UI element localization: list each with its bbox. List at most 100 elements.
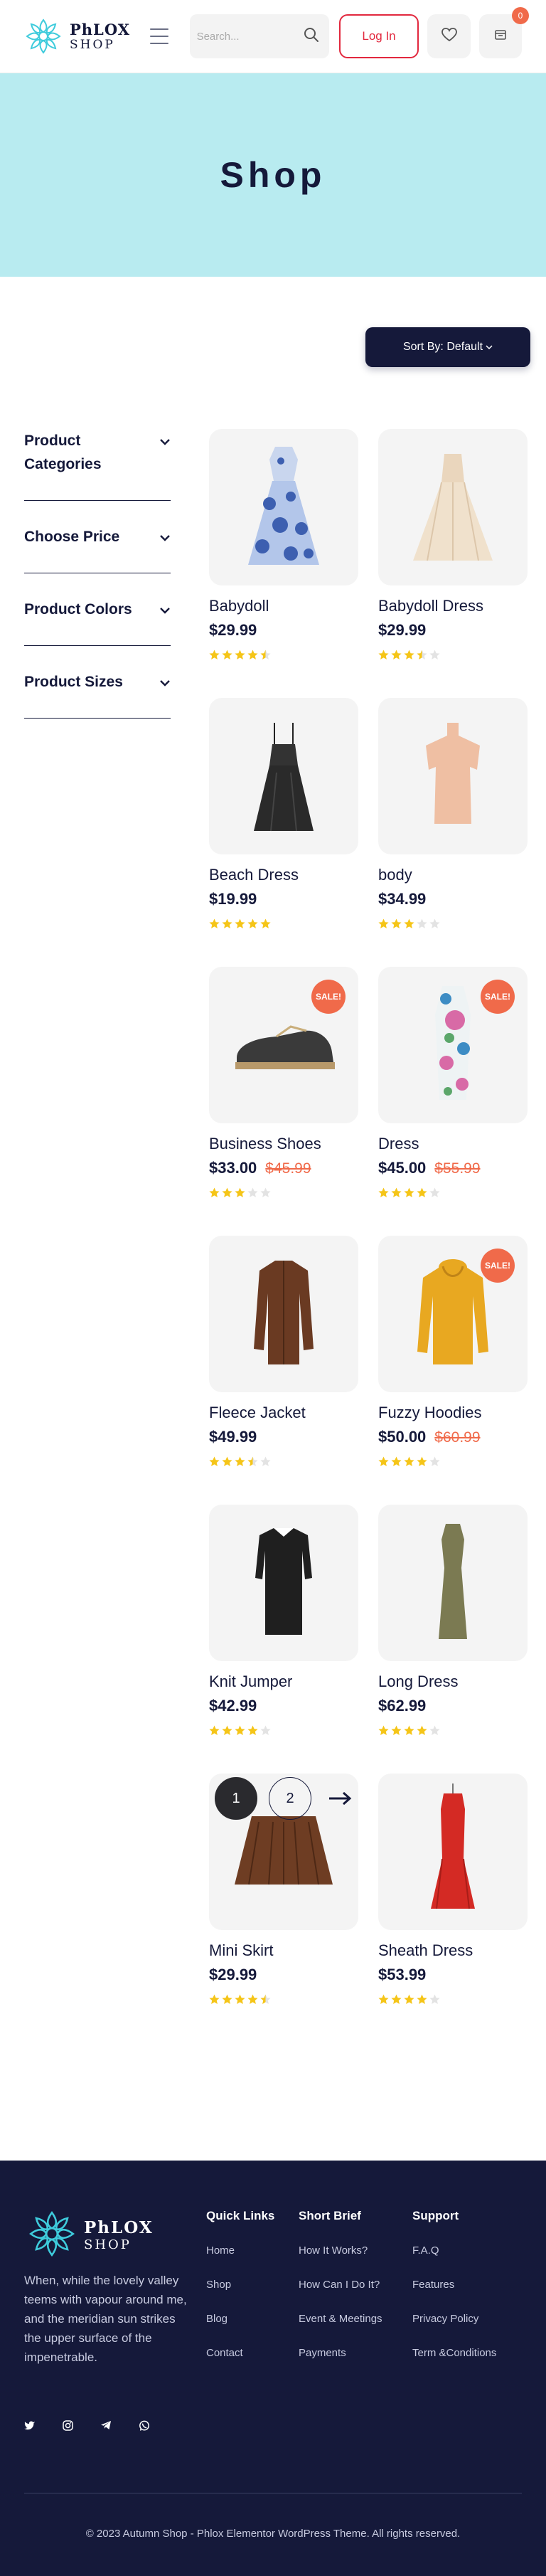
- product-name[interactable]: Fleece Jacket: [209, 1404, 358, 1422]
- next-page-arrow-icon[interactable]: [326, 1784, 354, 1813]
- product-price-row: $42.99: [209, 1697, 358, 1715]
- sort-label: Sort By: Default: [402, 341, 483, 353]
- star-icon: [391, 1725, 402, 1739]
- product-name[interactable]: Mini Skirt: [209, 1941, 358, 1960]
- login-button[interactable]: Log In: [338, 14, 419, 58]
- footer-link-how-can-i[interactable]: How Can I Do It?: [299, 2279, 380, 2291]
- footer-link-blog[interactable]: Blog: [206, 2313, 228, 2325]
- whatsapp-icon[interactable]: [139, 2420, 150, 2435]
- product-image[interactable]: [378, 1505, 528, 1661]
- star-icon: [378, 1725, 389, 1739]
- product-card[interactable]: Babydoll Dress $29.99: [378, 429, 528, 672]
- footer-link-faq[interactable]: F.A.Q: [412, 2244, 439, 2257]
- page-2-button[interactable]: 2: [269, 1777, 311, 1820]
- product-name[interactable]: Sheath Dress: [378, 1941, 528, 1960]
- filter-sidebar: Product Categories Choose Price Product …: [24, 429, 171, 743]
- product-name[interactable]: body: [378, 866, 528, 884]
- product-rating: [209, 918, 358, 933]
- footer-link-events[interactable]: Event & Meetings: [299, 2313, 382, 2325]
- product-name[interactable]: Fuzzy Hoodies: [378, 1404, 528, 1422]
- product-card[interactable]: SALE! Business Shoes $33.00 $45.99: [209, 967, 358, 1210]
- product-price: $34.99: [378, 890, 427, 908]
- product-image[interactable]: [378, 429, 528, 585]
- product-card[interactable]: Sheath Dress $53.99: [378, 1774, 528, 2017]
- footer-link-privacy[interactable]: Privacy Policy: [412, 2313, 478, 2325]
- footer-link-contact[interactable]: Contact: [206, 2347, 243, 2359]
- filter-title: Choose Price: [24, 529, 120, 545]
- product-name[interactable]: Beach Dress: [209, 866, 358, 884]
- product-card[interactable]: body $34.99: [378, 698, 528, 941]
- product-image[interactable]: [209, 1505, 358, 1661]
- product-name[interactable]: Business Shoes: [209, 1135, 358, 1153]
- product-name[interactable]: Dress: [378, 1135, 528, 1153]
- product-card[interactable]: Knit Jumper $42.99: [209, 1505, 358, 1748]
- product-image[interactable]: SALE!: [378, 1236, 528, 1392]
- footer-short-brief: Short Brief How It Works? How Can I Do I…: [299, 2209, 382, 2381]
- telegram-icon[interactable]: [100, 2420, 112, 2435]
- chevron-down-icon[interactable]: [159, 532, 171, 545]
- chevron-down-icon[interactable]: [159, 436, 171, 449]
- star-icon: [222, 1456, 232, 1470]
- logo-flower-icon: [24, 17, 63, 55]
- product-card[interactable]: Fleece Jacket $49.99: [209, 1236, 358, 1479]
- product-image[interactable]: [209, 1236, 358, 1392]
- product-name[interactable]: Long Dress: [378, 1673, 528, 1691]
- product-image[interactable]: [378, 1774, 528, 1930]
- star-icon: [222, 1725, 232, 1739]
- search-icon[interactable]: [304, 27, 319, 46]
- product-rating: [378, 1456, 528, 1470]
- shop-main: Product Categories Choose Price Product …: [0, 429, 546, 2094]
- filter-product-colors[interactable]: Product Colors: [24, 598, 171, 646]
- instagram-icon[interactable]: [63, 2420, 73, 2435]
- product-card[interactable]: Long Dress $62.99: [378, 1505, 528, 1748]
- product-card[interactable]: Beach Dress $19.99: [209, 698, 358, 941]
- twitter-icon[interactable]: [24, 2420, 36, 2435]
- menu-icon[interactable]: [150, 28, 168, 44]
- product-card[interactable]: SALE! Fuzzy Hoodies $50.00 $60.99: [378, 1236, 528, 1479]
- product-name[interactable]: Babydoll Dress: [378, 597, 528, 615]
- product-price-row: $19.99: [209, 890, 358, 908]
- star-icon: [222, 918, 232, 933]
- site-header: PhLOX SHOP Log In 0: [0, 0, 546, 73]
- footer-column-title: Support: [412, 2209, 459, 2222]
- star-icon: [378, 1456, 389, 1470]
- page-hero: Shop: [0, 73, 546, 277]
- product-card[interactable]: Babydoll $29.99: [209, 429, 358, 672]
- product-image[interactable]: [209, 698, 358, 854]
- product-price-row: $34.99: [378, 890, 528, 908]
- chevron-down-icon[interactable]: [159, 605, 171, 618]
- cart-icon: [494, 28, 507, 45]
- footer-logo[interactable]: PhLOX SHOP: [27, 2209, 154, 2262]
- star-icon: [209, 1725, 220, 1739]
- product-name[interactable]: Babydoll: [209, 597, 358, 615]
- product-image[interactable]: [209, 429, 358, 585]
- footer-link-shop[interactable]: Shop: [206, 2279, 231, 2291]
- footer-about-text: When, while the lovely valley teems with…: [24, 2274, 187, 2364]
- footer-link-terms[interactable]: Term &Conditions: [412, 2347, 496, 2359]
- product-image[interactable]: [378, 698, 528, 854]
- footer-link-features[interactable]: Features: [412, 2279, 454, 2291]
- star-icon: [417, 1725, 427, 1739]
- product-rating: [378, 650, 528, 664]
- footer-link-payments[interactable]: Payments: [299, 2347, 346, 2359]
- cart-button[interactable]: 0: [478, 7, 530, 58]
- social-links: [24, 2420, 150, 2435]
- product-name[interactable]: Knit Jumper: [209, 1673, 358, 1691]
- filter-choose-price[interactable]: Choose Price: [24, 525, 171, 573]
- footer-column-title: Short Brief: [299, 2209, 361, 2222]
- wishlist-button[interactable]: [427, 14, 471, 58]
- product-card[interactable]: SALE! Dress $45.00 $55.99: [378, 967, 528, 1210]
- sort-dropdown[interactable]: Sort By: Default: [365, 327, 530, 367]
- footer-link-home[interactable]: Home: [206, 2244, 235, 2257]
- product-image[interactable]: SALE!: [209, 967, 358, 1123]
- filter-product-sizes[interactable]: Product Sizes: [24, 670, 171, 719]
- filter-product-categories[interactable]: Product Categories: [24, 429, 171, 501]
- footer-link-how-it-works[interactable]: How It Works?: [299, 2244, 368, 2257]
- product-price: $50.00: [378, 1428, 427, 1446]
- page-1-button[interactable]: 1: [215, 1777, 257, 1820]
- chevron-down-icon[interactable]: [159, 677, 171, 690]
- cart-count-badge: 0: [512, 7, 530, 24]
- product-image[interactable]: SALE!: [378, 967, 528, 1123]
- search-input[interactable]: [196, 30, 304, 43]
- site-logo[interactable]: PhLOX SHOP: [24, 17, 141, 55]
